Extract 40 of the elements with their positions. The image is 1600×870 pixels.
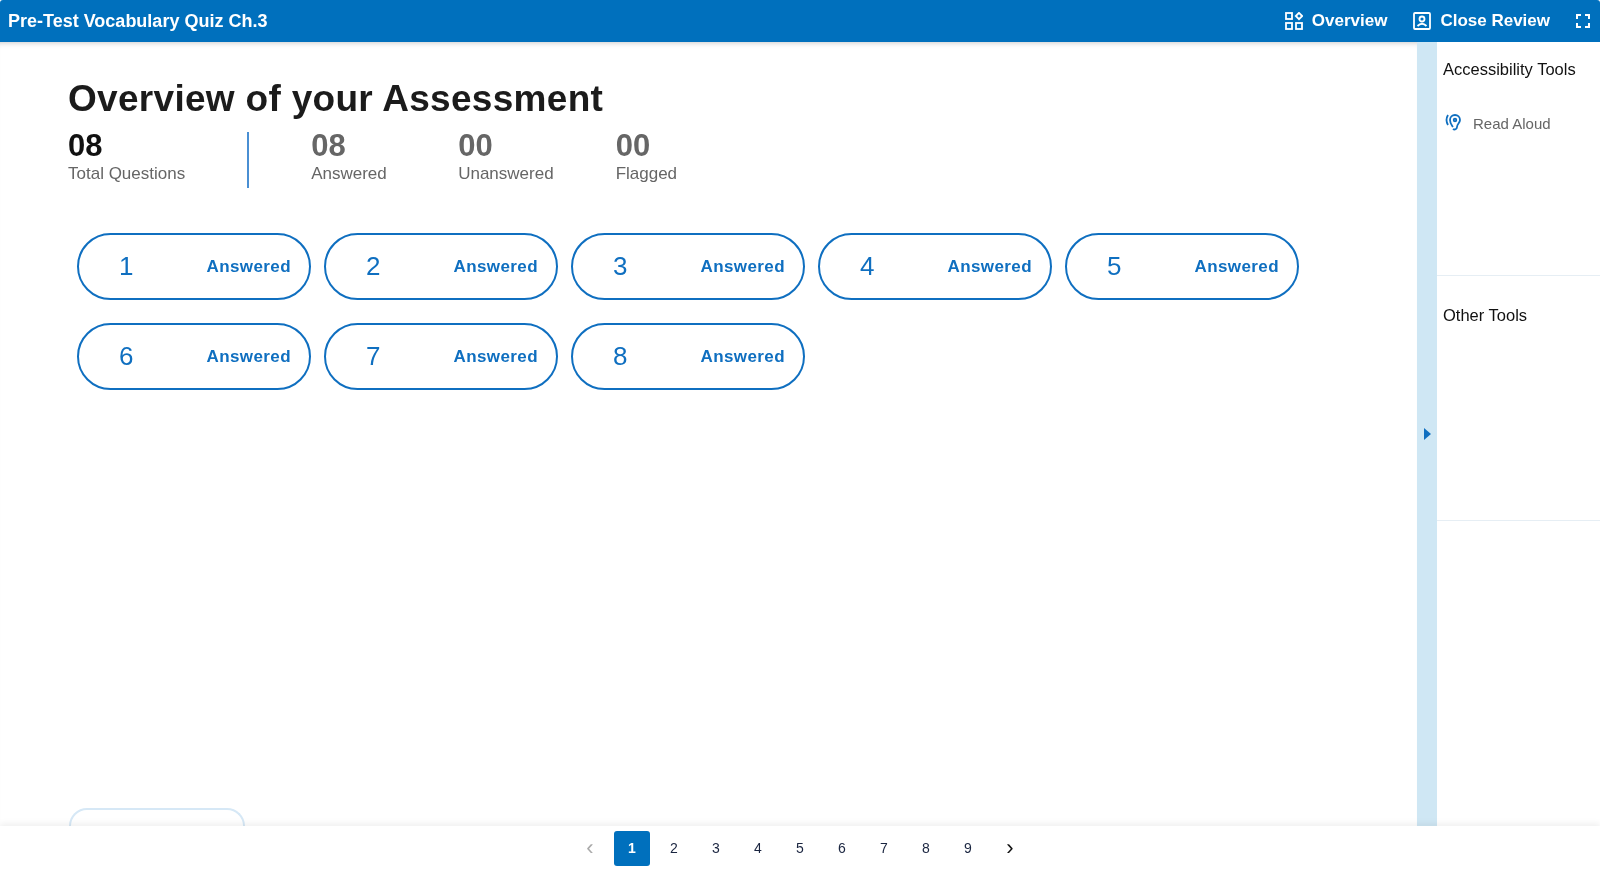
quiz-title: Pre-Test Vocabulary Quiz Ch.3 <box>8 10 268 32</box>
overview-button[interactable]: Overview <box>1284 11 1388 31</box>
question-button[interactable]: 3 Answered <box>571 233 805 300</box>
stat-label: Answered <box>311 164 388 184</box>
read-aloud-button[interactable]: Read Aloud <box>1443 113 1551 133</box>
question-button[interactable]: 4 Answered <box>818 233 1052 300</box>
page-button[interactable]: 5 <box>782 830 818 866</box>
fullscreen-icon <box>1576 14 1590 28</box>
page-button[interactable]: 3 <box>698 830 734 866</box>
page-button[interactable]: 1 <box>614 830 650 866</box>
page-button[interactable]: 8 <box>908 830 944 866</box>
close-review-button[interactable]: Close Review <box>1413 11 1550 31</box>
section-title: Other Tools <box>1443 306 1528 325</box>
page-button[interactable]: 2 <box>656 830 692 866</box>
panel-toggle-strip[interactable] <box>1417 42 1437 826</box>
question-button[interactable]: 2 Answered <box>324 233 558 300</box>
expand-arrow-icon <box>1423 428 1431 440</box>
stat-value: 00 <box>458 128 494 164</box>
person-icon <box>1413 12 1432 30</box>
stat-value: 00 <box>615 128 652 164</box>
stat-label: Unanswered <box>458 164 554 184</box>
fullscreen-button[interactable] <box>1576 14 1590 28</box>
next-page-button[interactable]: › <box>992 830 1028 866</box>
stat-value: 08 <box>311 128 347 164</box>
question-button[interactable]: 8 Answered <box>571 323 805 390</box>
page-button[interactable]: 6 <box>824 830 860 866</box>
stat-value: 08 <box>68 128 104 164</box>
question-button[interactable]: 7 Answered <box>324 323 558 390</box>
question-button[interactable]: 1 Answered <box>77 233 311 300</box>
page-button[interactable]: 4 <box>740 830 776 866</box>
ear-icon <box>1445 113 1463 133</box>
stat-label: Total Questions <box>68 164 186 184</box>
section-title: Accessibility Tools <box>1443 60 1576 79</box>
question-button[interactable]: 5 Answered <box>1065 233 1299 300</box>
page-button[interactable]: 9 <box>950 830 986 866</box>
question-button[interactable]: 6 Answered <box>77 323 311 390</box>
page-button[interactable]: 7 <box>866 830 902 866</box>
stat-label: Flagged <box>615 164 679 184</box>
page-heading: Overview of your Assessment <box>68 78 605 120</box>
grid-icon <box>1284 12 1303 30</box>
